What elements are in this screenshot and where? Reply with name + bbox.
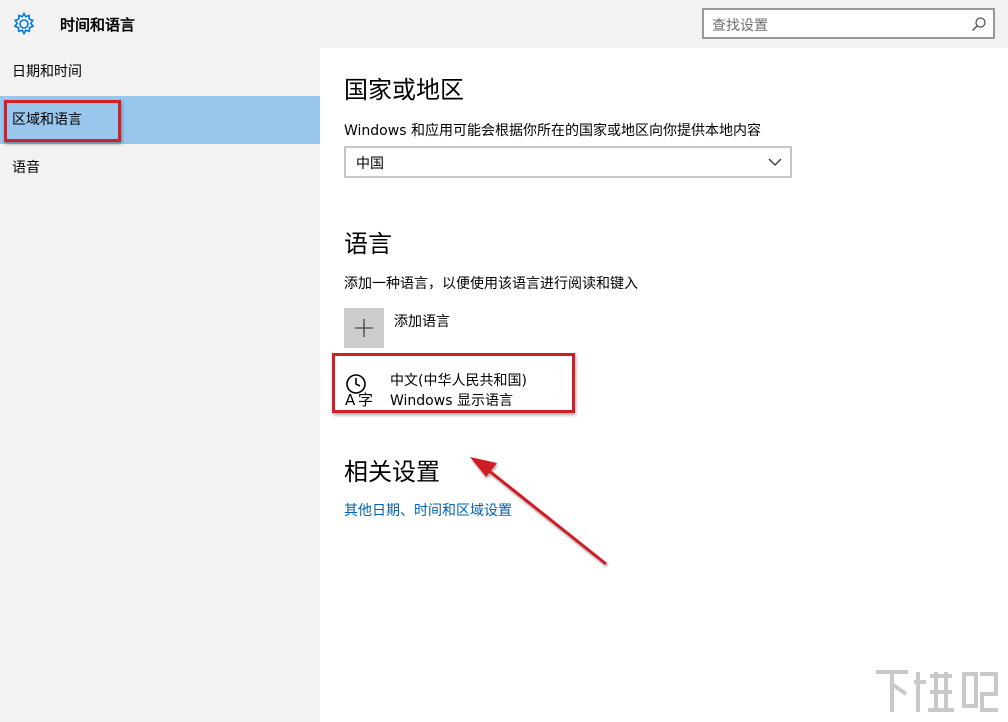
search-icon[interactable] [971,16,987,32]
related-settings-heading: 相关设置 [344,458,440,486]
sidebar-item-date-time[interactable]: 日期和时间 [0,48,320,96]
add-language-button[interactable]: 添加语言 [344,308,644,348]
app-title: 时间和语言 [60,16,136,34]
gear-icon [13,11,35,36]
language-heading: 语言 [344,230,392,258]
region-description: Windows 和应用可能会根据你所在的国家或地区向你提供本地内容 [344,123,761,139]
country-select-value: 中国 [356,156,384,172]
annotation-box-nav [4,100,121,142]
chevron-down-icon [768,158,782,166]
sidebar-item-speech[interactable]: 语音 [0,144,320,192]
search-placeholder: 查找设置 [712,18,768,34]
language-description: 添加一种语言，以便使用该语言进行阅读和键入 [344,276,638,292]
sidebar-item-label: 语音 [12,160,40,176]
watermark-logo [876,670,998,712]
settings-window: 时间和语言 查找设置 日期和时间 区域和语言 语音 国家或地区 Windows … [0,0,1008,722]
region-heading: 国家或地区 [344,76,464,104]
add-language-tile[interactable] [344,308,384,348]
sidebar: 日期和时间 区域和语言 语音 [0,48,320,722]
search-input[interactable]: 查找设置 [702,8,995,39]
add-language-label: 添加语言 [394,314,450,330]
title-bar: 时间和语言 查找设置 [0,0,1008,48]
sidebar-item-label: 日期和时间 [12,64,82,80]
plus-icon [355,319,373,337]
annotation-box-language [332,353,575,413]
country-select[interactable]: 中国 [344,146,792,178]
other-date-time-region-link[interactable]: 其他日期、时间和区域设置 [344,500,512,520]
